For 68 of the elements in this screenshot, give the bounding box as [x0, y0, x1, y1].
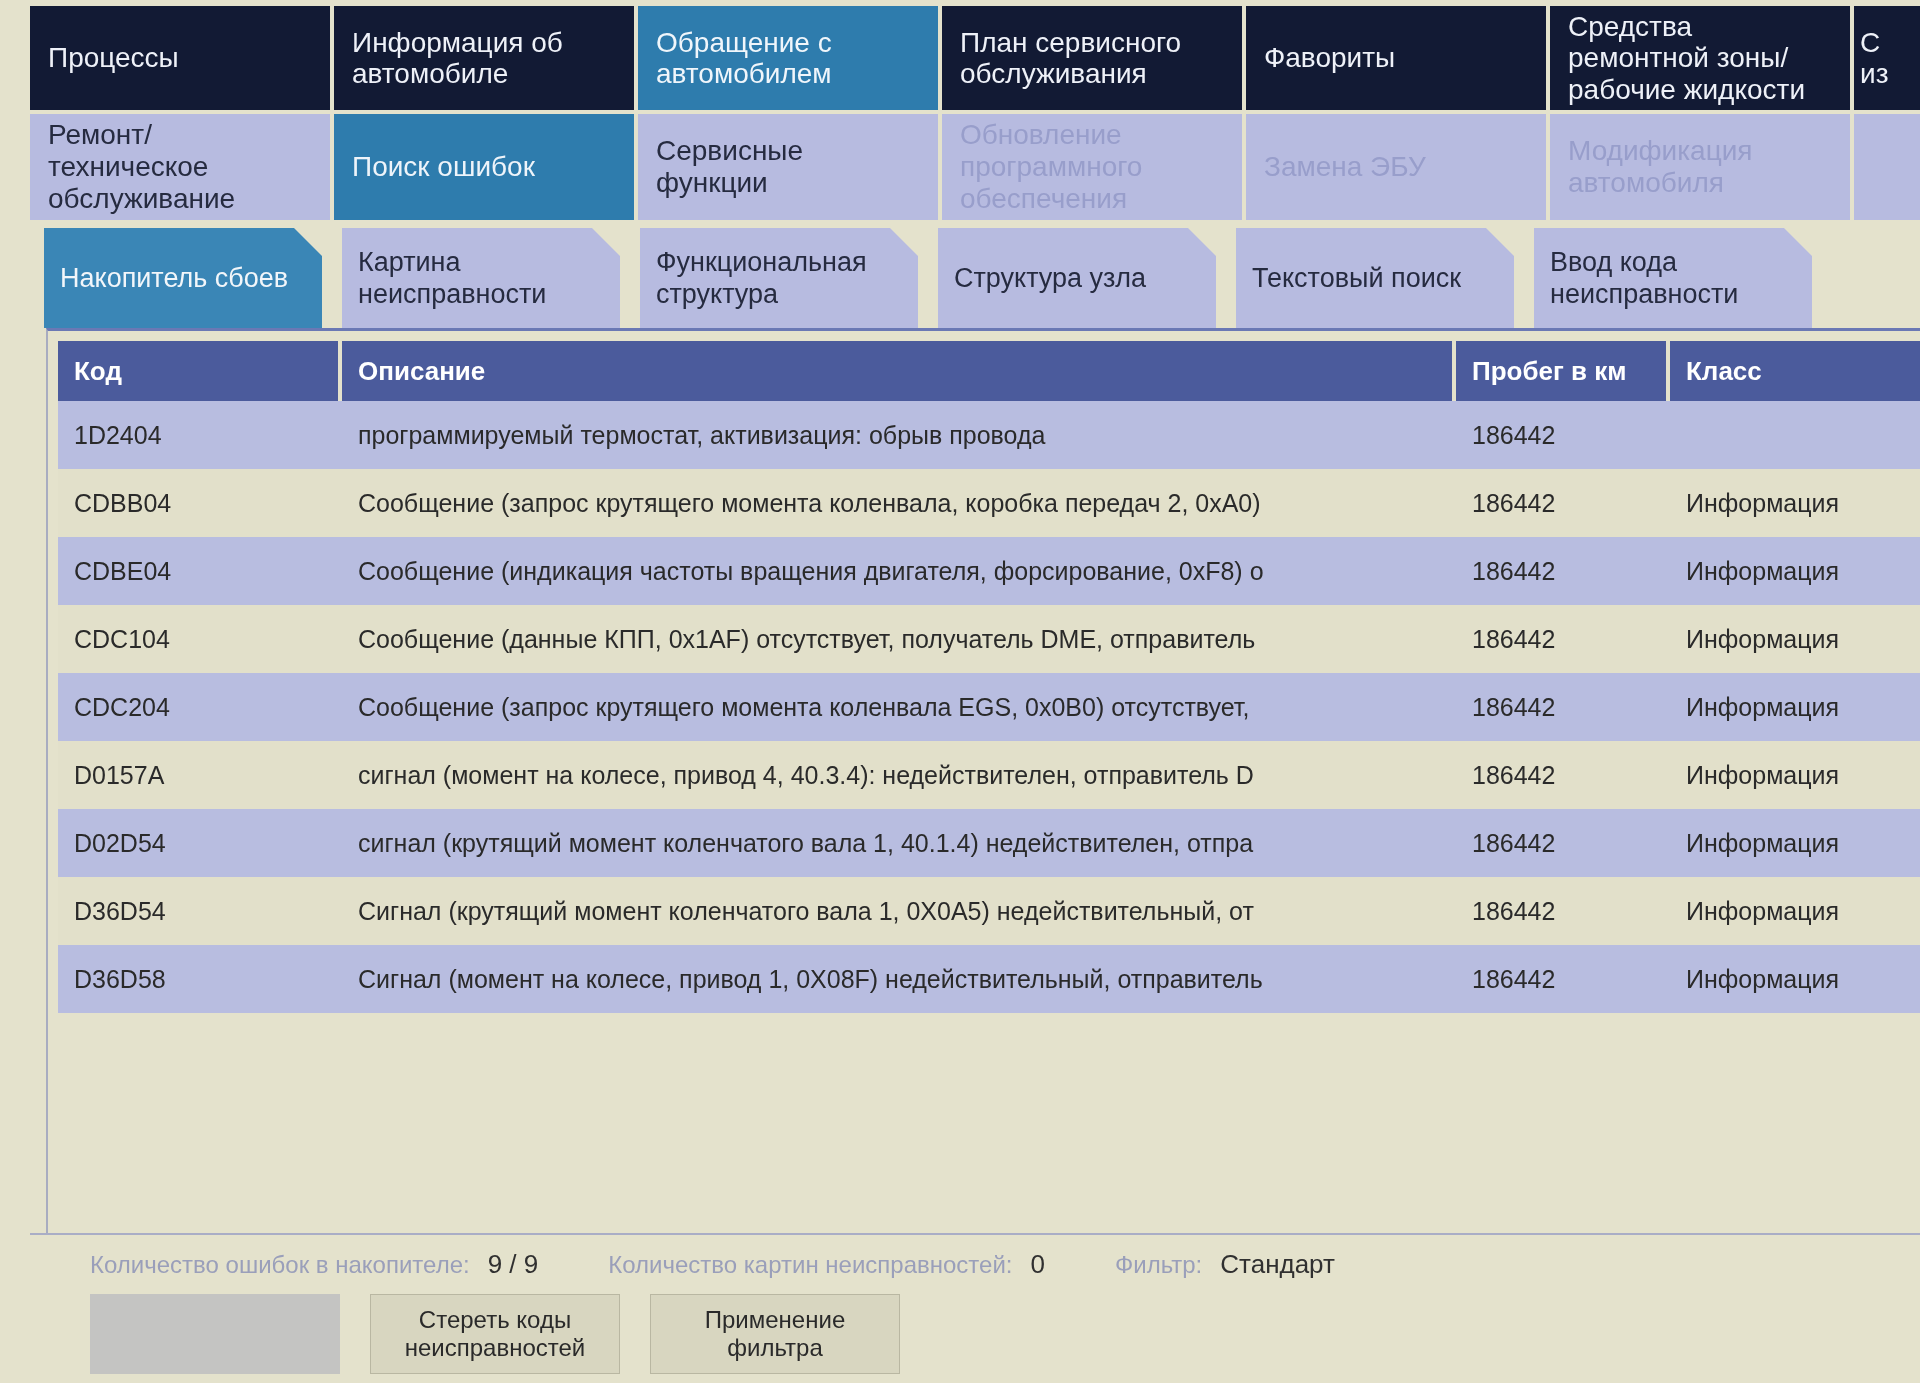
fault-description: Сообщение (данные КПП, 0x1AF) отсутствует, получатель DME, отправитель	[357, 624, 1257, 654]
fault-code: D36D54	[73, 896, 167, 926]
fault-class: Информация	[1685, 964, 1841, 994]
sub-tab[interactable]: Функциональная структура	[640, 228, 918, 328]
fault-description: Сообщение (запрос крутящего момента коленвала EGS, 0x0B0) отсутствует,	[357, 692, 1251, 722]
main-tab[interactable]: Средства ремонтной зоны/ рабочие жидкости	[1550, 6, 1850, 110]
fault-description: Сигнал (момент на колесе, привод 1, 0X08F) недействительный, отправитель	[357, 964, 1264, 994]
fault-class: Информация	[1685, 556, 1841, 586]
mileage-value: 186442	[1471, 624, 1557, 654]
main-tab[interactable]: Фавориты	[1246, 6, 1546, 110]
mileage-value: 186442	[1471, 420, 1557, 450]
fault-class: Информация	[1685, 624, 1841, 654]
sub-tab[interactable]: Картина неисправности	[342, 228, 620, 328]
fault-code: D36D58	[73, 964, 167, 994]
summary-label: Количество ошибок в накопителе:	[90, 1251, 470, 1279]
sub-tab[interactable]: Ввод кода неисправности	[1534, 228, 1812, 328]
fault-class: Информация	[1685, 760, 1841, 790]
fault-code: 1D2404	[73, 420, 163, 450]
mileage-value: 186442	[1471, 488, 1557, 518]
mileage-value: 186442	[1471, 556, 1557, 586]
fault-description: Сообщение (индикация частоты вращения двигателя, форсирование, 0xF8) о	[357, 556, 1265, 586]
column-header[interactable]: Класс	[1670, 341, 1920, 401]
sub-tab[interactable]: Текстовый поиск	[1236, 228, 1514, 328]
fault-class: Информация	[1685, 692, 1841, 722]
summary-value: Стандарт	[1220, 1249, 1335, 1280]
fault-class: Информация	[1685, 896, 1841, 926]
column-header[interactable]: Код	[58, 341, 338, 401]
table-row[interactable]: D36D58 Сигнал (момент на колесе, привод 1, 0X08F) недействительный, отправитель 186442 Информация	[58, 945, 1920, 1013]
fault-class: Информация	[1685, 828, 1841, 858]
fault-code: D02D54	[73, 828, 167, 858]
fault-description: Сообщение (запрос крутящего момента коленвала, коробка передач 2, 0xA0)	[357, 488, 1262, 518]
summary-value: 9 / 9	[487, 1249, 539, 1280]
sub-tab[interactable]: Структура узла	[938, 228, 1216, 328]
mileage-value: 186442	[1471, 828, 1557, 858]
sub-tab[interactable]: Накопитель сбоев	[44, 228, 322, 328]
table-row[interactable]: 1D2404 программируемый термостат, активизация: обрыв провода 186442	[58, 401, 1920, 469]
column-header[interactable]: Пробег в км	[1456, 341, 1666, 401]
fault-description: сигнал (крутящий момент коленчатого вала 1, 40.1.4) недействителен, отпра	[357, 828, 1255, 858]
fault-code: CDC104	[73, 624, 171, 654]
fault-code: CDBB04	[73, 488, 173, 518]
table-row[interactable]: CDBE04 Сообщение (индикация частоты вращения двигателя, форсирование, 0xF8) о 186442 Информация	[58, 537, 1920, 605]
column-header[interactable]: Описание	[342, 341, 1452, 401]
main-tab[interactable]: Обращение с автомобилем	[638, 6, 938, 110]
function-tab[interactable]: Поиск ошибок	[334, 114, 634, 220]
summary-label: Количество картин неисправностей:	[608, 1251, 1013, 1279]
table-row[interactable]: D02D54 сигнал (крутящий момент коленчатого вала 1, 40.1.4) недействителен, отпра 186442 Информация	[58, 809, 1920, 877]
mileage-value: 186442	[1471, 692, 1557, 722]
main-tab[interactable]: План сервисного обслуживания	[942, 6, 1242, 110]
table-row[interactable]: CDC204 Сообщение (запрос крутящего момента коленвала EGS, 0x0B0) отсутствует, 186442 Информация	[58, 673, 1920, 741]
main-tab[interactable]: С из	[1854, 6, 1920, 110]
fault-code: CDBE04	[73, 556, 173, 586]
mileage-value: 186442	[1471, 896, 1557, 926]
fault-class: Информация	[1685, 488, 1841, 518]
main-tab[interactable]: Информация об автомобиле	[334, 6, 634, 110]
mileage-value: 186442	[1471, 760, 1557, 790]
summary-label: Фильтр:	[1115, 1251, 1203, 1279]
fault-description: Сигнал (крутящий момент коленчатого вала 1, 0X0A5) недействительный, от	[357, 896, 1255, 926]
fault-code: D0157A	[73, 760, 166, 790]
fault-code: CDC204	[73, 692, 171, 722]
fault-description: сигнал (момент на колесе, привод 4, 40.3.4): недействителен, отправитель D	[357, 760, 1255, 790]
function-tab[interactable]: Ремонт/ техническое обслуживание	[30, 114, 330, 220]
action-button[interactable]: Стереть коды неисправностей	[370, 1294, 620, 1374]
main-tab[interactable]: Процессы	[30, 6, 330, 110]
summary-value: 0	[1030, 1249, 1045, 1280]
function-tab[interactable]: Сервисные функции	[638, 114, 938, 220]
fault-description: программируемый термостат, активизация: обрыв провода	[357, 420, 1047, 450]
action-button[interactable]: Применение фильтра	[650, 1294, 900, 1374]
mileage-value: 186442	[1471, 964, 1557, 994]
